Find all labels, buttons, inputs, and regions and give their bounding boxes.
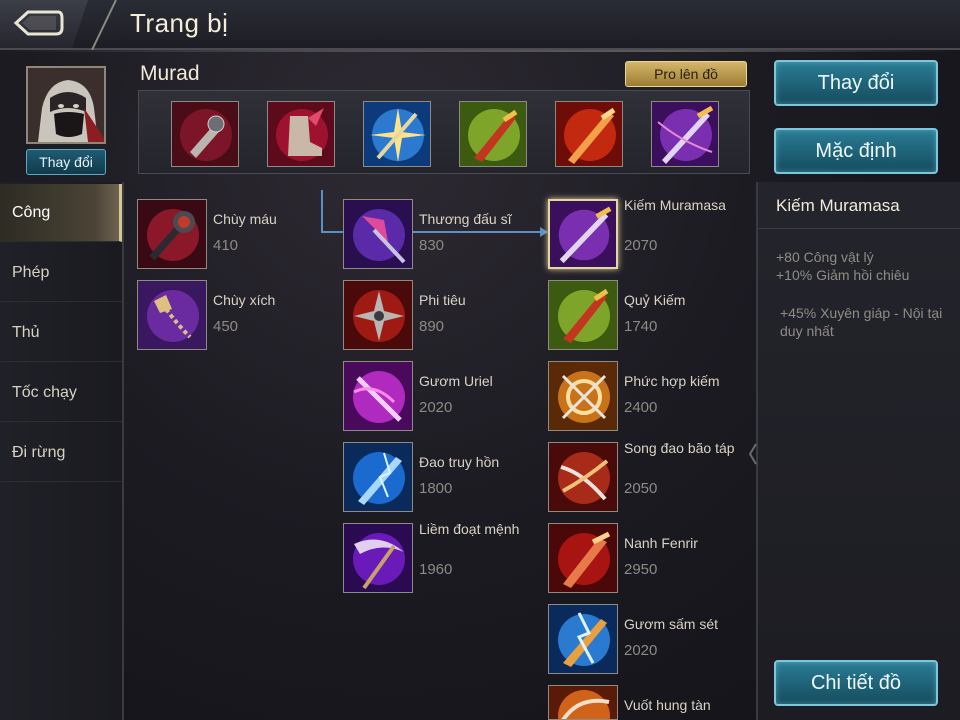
page-title: Trang bị <box>130 8 229 38</box>
category-movement[interactable]: Tốc chạy <box>0 364 122 422</box>
item-detail-panel: Kiếm Muramasa +80 Công vật lý +10% Giảm … <box>748 182 960 720</box>
item-price: 2950 <box>624 561 658 578</box>
chain-flail-icon <box>137 280 207 350</box>
item-price: 1740 <box>624 318 658 335</box>
item-name: Chùy máu <box>213 211 277 227</box>
spiked-gauntlet-icon <box>172 102 238 166</box>
item-price: 2020 <box>624 642 658 659</box>
item-price: 2020 <box>419 399 453 416</box>
item-name: Song đao bão táp <box>624 440 735 456</box>
item-name: Gươm Uriel <box>419 373 493 389</box>
build-slot-3[interactable] <box>363 101 431 167</box>
winged-boots-icon <box>268 102 334 166</box>
item-name: Nanh Fenrir <box>624 535 698 551</box>
item-price: 2400 <box>624 399 658 416</box>
jade-sword-icon <box>548 280 618 350</box>
change-hero-button[interactable]: Thay đổi <box>26 149 106 175</box>
item-name: Đao truy hồn <box>419 454 500 470</box>
item-price: 450 <box>213 318 239 335</box>
shuriken-icon <box>343 280 413 350</box>
hero-avatar[interactable] <box>26 66 106 144</box>
item-name: Chùy xích <box>213 292 276 308</box>
starlight-blade-icon <box>364 102 430 166</box>
change-build-button[interactable]: Thay đổi <box>774 60 938 106</box>
detail-stat: +80 Công vật lý <box>776 249 874 265</box>
item-details-button[interactable]: Chi tiết đồ <box>774 660 938 706</box>
fire-sword-icon <box>556 102 622 166</box>
item-name: Vuốt hung tàn <box>624 697 711 713</box>
collapse-chevron-icon[interactable] <box>748 442 758 466</box>
item-price: 2070 <box>624 237 658 254</box>
detail-title: Kiếm Muramasa <box>776 196 900 215</box>
back-arrow-icon <box>13 10 64 36</box>
item-name: Quỷ Kiếm <box>624 292 686 308</box>
item-price: 890 <box>419 318 445 335</box>
build-slot-6[interactable] <box>651 101 719 167</box>
item-price: 1800 <box>419 480 453 497</box>
murad-portrait-icon <box>28 68 104 142</box>
header-bar: Trang bị <box>0 0 960 52</box>
detail-stat: +10% Giảm hồi chiêu <box>776 267 910 283</box>
savage-claw-icon <box>548 685 618 720</box>
title-divider <box>91 0 117 50</box>
item-price: 2050 <box>624 480 658 497</box>
default-build-button[interactable]: Mặc định <box>774 128 938 174</box>
jade-sword-icon <box>460 102 526 166</box>
category-magic[interactable]: Phép <box>0 244 122 302</box>
build-slot-1[interactable] <box>171 101 239 167</box>
divider <box>758 228 960 229</box>
category-jungle[interactable]: Đi rừng <box>0 424 122 482</box>
fenrir-fang-icon <box>548 523 618 593</box>
item-name: Gươm sấm sét <box>624 616 719 632</box>
build-slots-bar <box>138 90 750 174</box>
item-name: Kiếm Muramasa <box>624 197 726 213</box>
gladiator-spear-icon <box>343 199 413 269</box>
compound-blade-icon <box>548 361 618 431</box>
category-sidebar: Công Phép Thủ Tốc chạy Đi rừng <box>0 182 124 720</box>
build-slot-2[interactable] <box>267 101 335 167</box>
item-name: Phi tiêu <box>419 292 466 308</box>
build-slot-5[interactable] <box>555 101 623 167</box>
pro-build-button[interactable]: Pro lên đồ <box>625 61 747 87</box>
muramasa-sword-icon <box>652 102 718 166</box>
death-scythe-icon <box>343 523 413 593</box>
blood-mace-icon <box>137 199 207 269</box>
muramasa-sword-icon <box>548 199 618 269</box>
detail-passive: +45% Xuyên giáp - Nội tại duy nhất <box>780 305 943 339</box>
soul-blade-icon <box>343 442 413 512</box>
item-name: Liềm đoạt mệnh <box>419 521 520 537</box>
build-name: Murad <box>140 62 200 85</box>
uriel-sword-icon <box>343 361 413 431</box>
category-defense[interactable]: Thủ <box>0 304 122 362</box>
item-name: Phức hợp kiếm <box>624 373 720 389</box>
storm-blades-icon <box>548 442 618 512</box>
thunder-sword-icon <box>548 604 618 674</box>
item-price: 1960 <box>419 561 453 578</box>
back-button[interactable] <box>0 0 88 48</box>
item-price: 830 <box>419 237 445 254</box>
build-slot-4[interactable] <box>459 101 527 167</box>
category-attack[interactable]: Công <box>0 184 122 242</box>
item-name: Thương đấu sĩ <box>419 211 512 227</box>
item-price: 410 <box>213 237 239 254</box>
